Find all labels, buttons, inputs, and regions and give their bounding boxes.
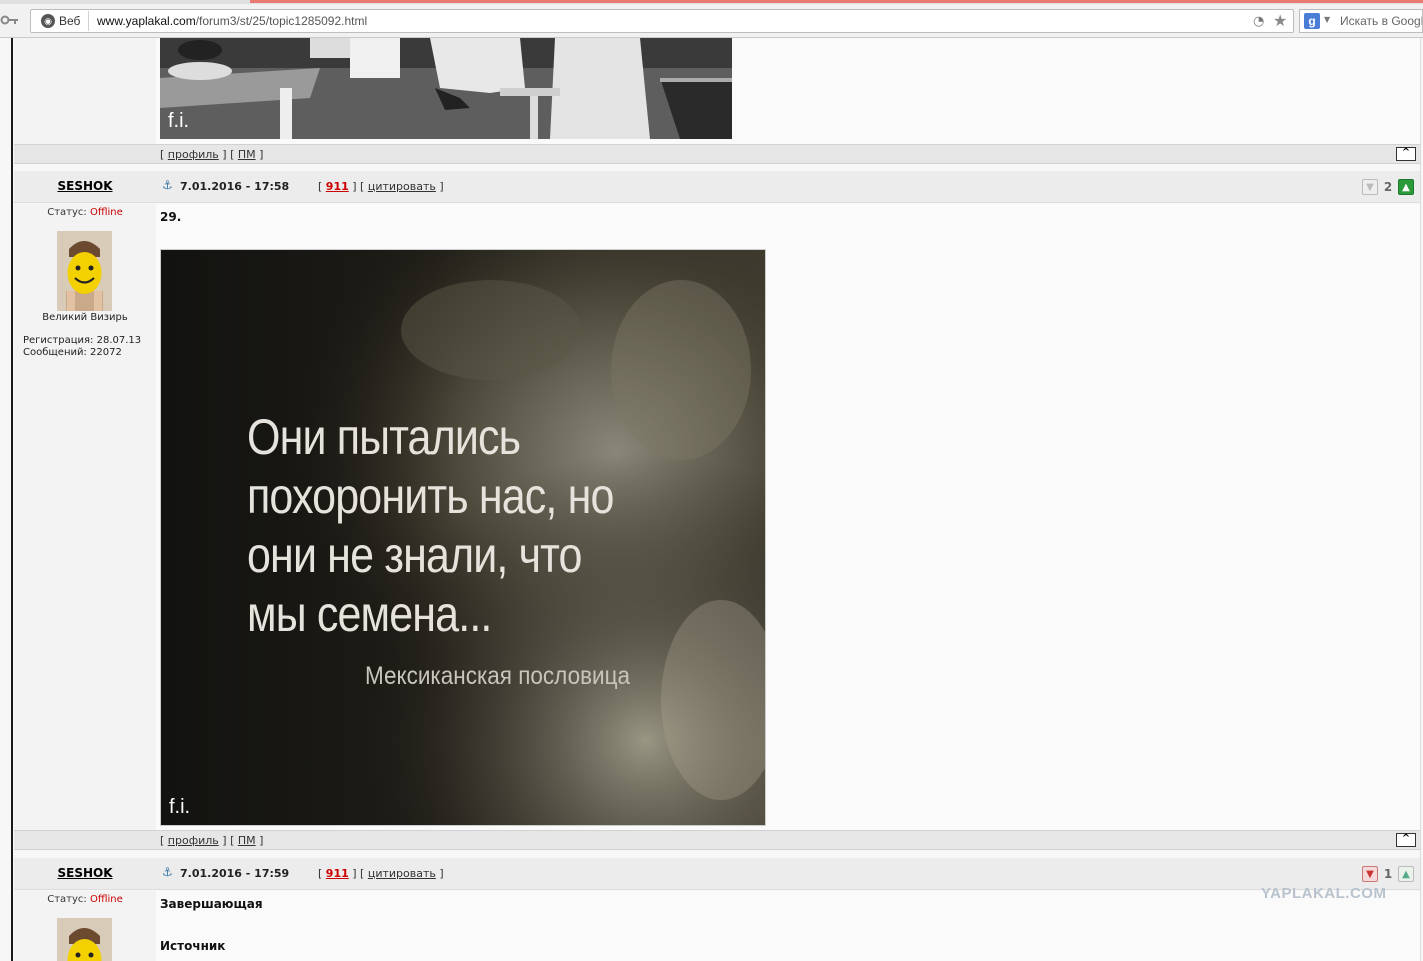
- status-value: Offline: [89, 894, 123, 905]
- user-meta: Регистрация: 28.07.13 Сообщений: 22072: [23, 335, 141, 359]
- url-path: /forum3/st/25/topic1285092.html: [195, 14, 368, 28]
- post-footer: [ профиль ] [ ПМ ] ^: [14, 830, 1420, 850]
- avatar-art: [57, 918, 112, 961]
- avatar[interactable]: [57, 918, 112, 961]
- scroll-to-top-button[interactable]: ^: [1396, 833, 1416, 847]
- forum-page: f.i. [ профиль ] [ ПМ ] ^ SESHOK ⚓ 7.01.…: [0, 38, 1423, 961]
- prev-user-column: [14, 38, 156, 144]
- thumbs-down-icon[interactable]: ▼: [1362, 866, 1378, 882]
- footer-links: [ профиль ] [ ПМ ]: [160, 834, 264, 847]
- post-author[interactable]: SESHOK: [14, 171, 156, 203]
- quote-attribution: Мексиканская пословица: [365, 662, 631, 690]
- post-number-link[interactable]: 911: [326, 180, 349, 193]
- user-message-count: Сообщений: 22072: [23, 347, 122, 358]
- rss-icon[interactable]: ◔: [1253, 14, 1264, 29]
- quote-line: похоронить нас, но: [247, 468, 614, 524]
- thumbs-up-icon[interactable]: ▲: [1398, 179, 1414, 195]
- prev-post-image[interactable]: f.i.: [160, 38, 732, 139]
- post-header: SESHOK ⚓ 7.01.2016 - 17:59 [ 911 ] [ цит…: [14, 858, 1420, 890]
- status-label: Статус:: [47, 894, 90, 905]
- post-footer: [ профиль ] [ ПМ ] ^: [14, 144, 1420, 164]
- post-image[interactable]: Они пытались похоронить нас, но они не з…: [160, 249, 766, 826]
- thumbs-down-icon[interactable]: ▼: [1362, 179, 1378, 195]
- avatar-art: [57, 231, 112, 311]
- prev-image-art: [160, 38, 732, 139]
- post-links: [ 911 ] [ цитировать ]: [318, 180, 444, 193]
- url-host: www.yaplakal.com: [97, 14, 196, 28]
- rating-count: 1: [1383, 867, 1393, 881]
- post-text: 29.: [160, 210, 182, 224]
- web-chip[interactable]: ◉ Веб: [33, 11, 89, 31]
- search-box[interactable]: g ▼ Искать в Google: [1299, 9, 1423, 33]
- profile-link[interactable]: профиль: [168, 148, 219, 161]
- anchor-icon[interactable]: ⚓: [162, 178, 173, 192]
- status-label: Статус:: [47, 207, 90, 218]
- image-quote: Они пытались похоронить нас, но они не з…: [247, 408, 614, 644]
- pm-link[interactable]: ПМ: [238, 834, 256, 847]
- anchor-icon[interactable]: ⚓: [162, 865, 173, 879]
- quote-link[interactable]: цитировать: [368, 180, 436, 193]
- user-registration: Регистрация: 28.07.13: [23, 335, 142, 346]
- pm-link[interactable]: ПМ: [238, 148, 256, 161]
- post-rating: ▼ 2 ▲: [1362, 178, 1414, 196]
- browser-toolbar: ◉ Веб www.yaplakal.com/forum3/st/25/topi…: [0, 4, 1423, 38]
- post-rating: ▼ 1 ▲: [1362, 865, 1414, 883]
- quote-line: мы семена...: [247, 586, 492, 642]
- user-rank: Великий Визирь: [42, 312, 128, 323]
- google-icon[interactable]: g: [1304, 13, 1320, 29]
- post-text: Завершающая: [160, 897, 263, 911]
- key-icon[interactable]: [0, 13, 18, 27]
- url-text[interactable]: www.yaplakal.com/forum3/st/25/topic12850…: [97, 14, 367, 28]
- post-links: [ 911 ] [ цитировать ]: [318, 867, 444, 880]
- footer-links: [ профиль ] [ ПМ ]: [160, 148, 264, 161]
- window-accent-strip: [250, 0, 1423, 3]
- image-watermark: f.i.: [169, 796, 191, 818]
- thumbs-up-icon[interactable]: ▲: [1398, 866, 1414, 882]
- web-chip-label: Веб: [59, 14, 81, 28]
- site-watermark: YAPLAKAL.COM: [1261, 885, 1387, 902]
- post-date: 7.01.2016 - 17:59: [180, 867, 290, 880]
- post-content-area: [156, 891, 1420, 961]
- address-bar[interactable]: ◉ Веб www.yaplakal.com/forum3/st/25/topi…: [30, 9, 1294, 33]
- left-border: [11, 38, 13, 961]
- chevron-down-icon[interactable]: ▼: [1324, 15, 1330, 24]
- post-date: 7.01.2016 - 17:58: [180, 180, 290, 193]
- quote-link[interactable]: цитировать: [368, 867, 436, 880]
- post-header: SESHOK ⚓ 7.01.2016 - 17:58 [ 911 ] [ цит…: [14, 171, 1420, 203]
- quote-line: Они пытались: [247, 409, 521, 465]
- scroll-to-top-button[interactable]: ^: [1396, 147, 1416, 161]
- globe-icon: ◉: [41, 14, 55, 28]
- rating-count: 2: [1383, 180, 1393, 194]
- quote-line: они не знали, что: [247, 527, 582, 583]
- image-watermark: f.i.: [168, 110, 190, 132]
- search-placeholder: Искать в Google: [1340, 14, 1423, 28]
- post-author[interactable]: SESHOK: [14, 858, 156, 890]
- profile-link[interactable]: профиль: [168, 834, 219, 847]
- post-source-label: Источник: [160, 939, 226, 953]
- post-number-link[interactable]: 911: [326, 867, 349, 880]
- user-status: Статус: Offline: [14, 207, 156, 218]
- bookmark-star-icon[interactable]: ★: [1273, 11, 1287, 30]
- avatar[interactable]: [57, 231, 112, 311]
- status-value: Offline: [89, 207, 123, 218]
- right-border: [1420, 38, 1421, 961]
- user-status: Статус: Offline: [14, 894, 156, 905]
